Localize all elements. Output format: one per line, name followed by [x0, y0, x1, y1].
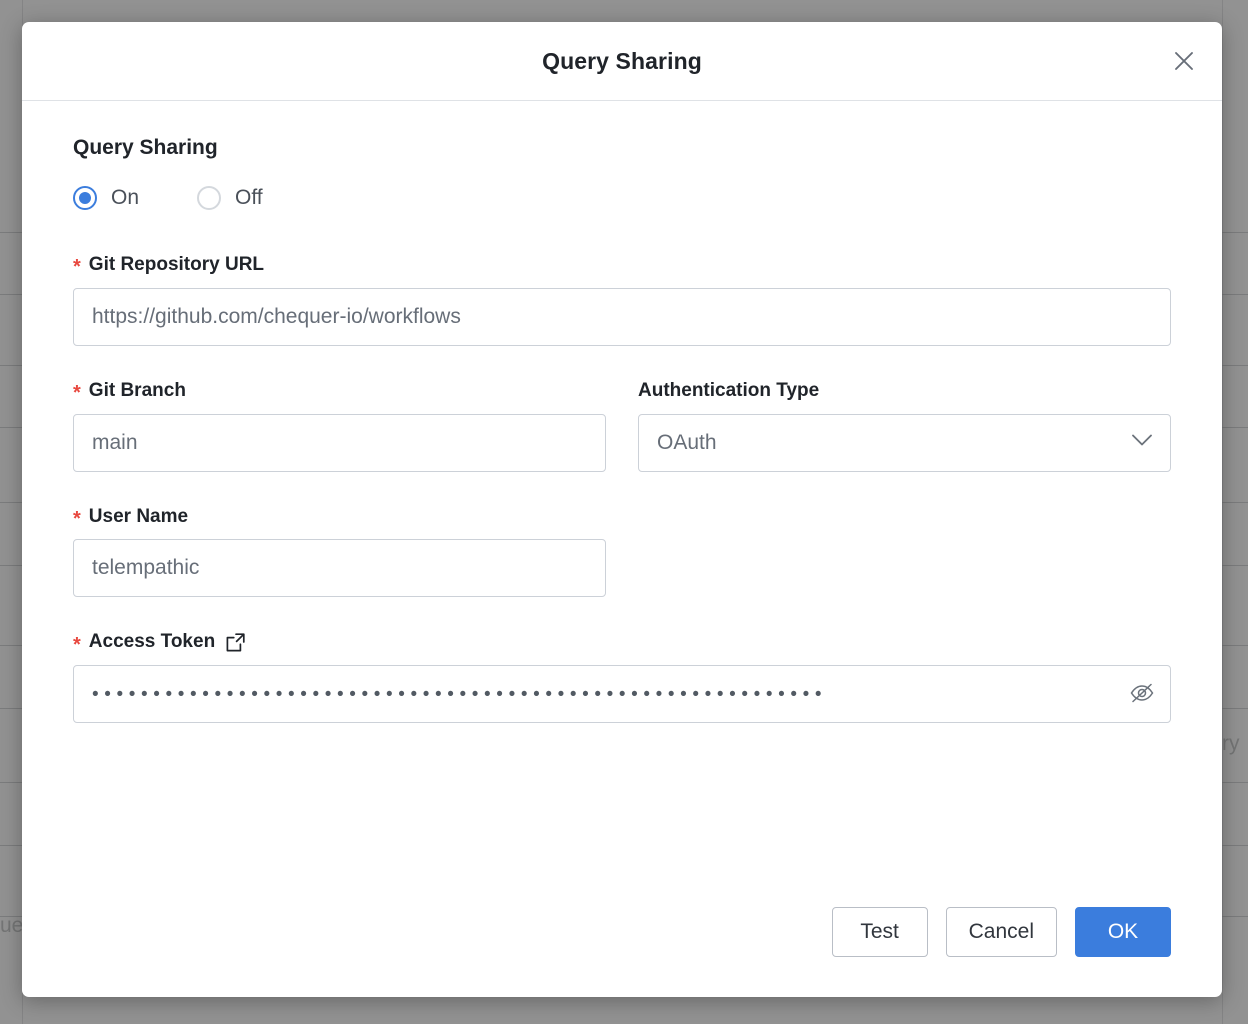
- radio-option-on[interactable]: On: [73, 186, 139, 210]
- label-text: Git Repository URL: [89, 254, 264, 277]
- git-branch-input[interactable]: [73, 414, 606, 472]
- radio-label-on: On: [111, 186, 139, 210]
- required-marker: *: [73, 635, 81, 655]
- query-sharing-dialog: Query Sharing Query Sharing On Off: [22, 22, 1222, 997]
- ok-button[interactable]: OK: [1075, 907, 1171, 957]
- section-title: Query Sharing: [73, 136, 1171, 160]
- field-user-name: * User Name: [73, 506, 606, 598]
- field-access-token: * Access Token •••••••••••••••••••••••••…: [73, 631, 1171, 723]
- label-access-token: * Access Token: [73, 631, 1171, 654]
- label-text: Access Token: [89, 631, 215, 654]
- git-repository-url-input[interactable]: [73, 288, 1171, 346]
- required-marker: *: [73, 257, 81, 277]
- branch-auth-row: * Git Branch Authentication Type OAuth: [73, 380, 1171, 472]
- dialog-footer: Test Cancel OK: [22, 869, 1222, 997]
- label-git-branch: * Git Branch: [73, 380, 606, 403]
- dialog-title: Query Sharing: [542, 48, 702, 75]
- authentication-type-value: OAuth: [657, 431, 717, 455]
- close-icon: [1173, 50, 1195, 72]
- dialog-body: Query Sharing On Off * Git Repository UR…: [22, 101, 1222, 869]
- access-token-masked-value: ••••••••••••••••••••••••••••••••••••••••…: [92, 685, 827, 704]
- field-git-branch: * Git Branch: [73, 380, 606, 472]
- required-marker: *: [73, 383, 81, 403]
- cancel-button[interactable]: Cancel: [946, 907, 1057, 957]
- label-text: Git Branch: [89, 380, 186, 403]
- username-row: * User Name: [73, 506, 1171, 598]
- label-text: Authentication Type: [638, 380, 819, 403]
- eye-off-icon: [1129, 682, 1155, 707]
- field-git-repository-url: * Git Repository URL: [73, 254, 1171, 346]
- dialog-header: Query Sharing: [22, 22, 1222, 101]
- external-link-icon[interactable]: [225, 632, 246, 653]
- field-authentication-type: Authentication Type OAuth: [638, 380, 1171, 472]
- close-button[interactable]: [1166, 43, 1202, 79]
- username-row-spacer: [638, 506, 1171, 598]
- toggle-access-token-visibility-button[interactable]: [1127, 679, 1157, 709]
- authentication-type-select-wrap: OAuth: [638, 414, 1171, 472]
- test-button[interactable]: Test: [832, 907, 928, 957]
- radio-indicator-on: [73, 186, 97, 210]
- label-authentication-type: Authentication Type: [638, 380, 1171, 403]
- authentication-type-select[interactable]: OAuth: [638, 414, 1171, 472]
- access-token-input[interactable]: ••••••••••••••••••••••••••••••••••••••••…: [73, 665, 1171, 723]
- access-token-wrap: ••••••••••••••••••••••••••••••••••••••••…: [73, 665, 1171, 723]
- label-user-name: * User Name: [73, 506, 606, 529]
- user-name-input[interactable]: [73, 539, 606, 597]
- label-text: User Name: [89, 506, 188, 529]
- required-marker: *: [73, 509, 81, 529]
- query-sharing-radio-group: On Off: [73, 186, 1171, 210]
- label-git-repository-url: * Git Repository URL: [73, 254, 1171, 277]
- radio-indicator-off: [197, 186, 221, 210]
- radio-option-off[interactable]: Off: [197, 186, 263, 210]
- radio-label-off: Off: [235, 186, 263, 210]
